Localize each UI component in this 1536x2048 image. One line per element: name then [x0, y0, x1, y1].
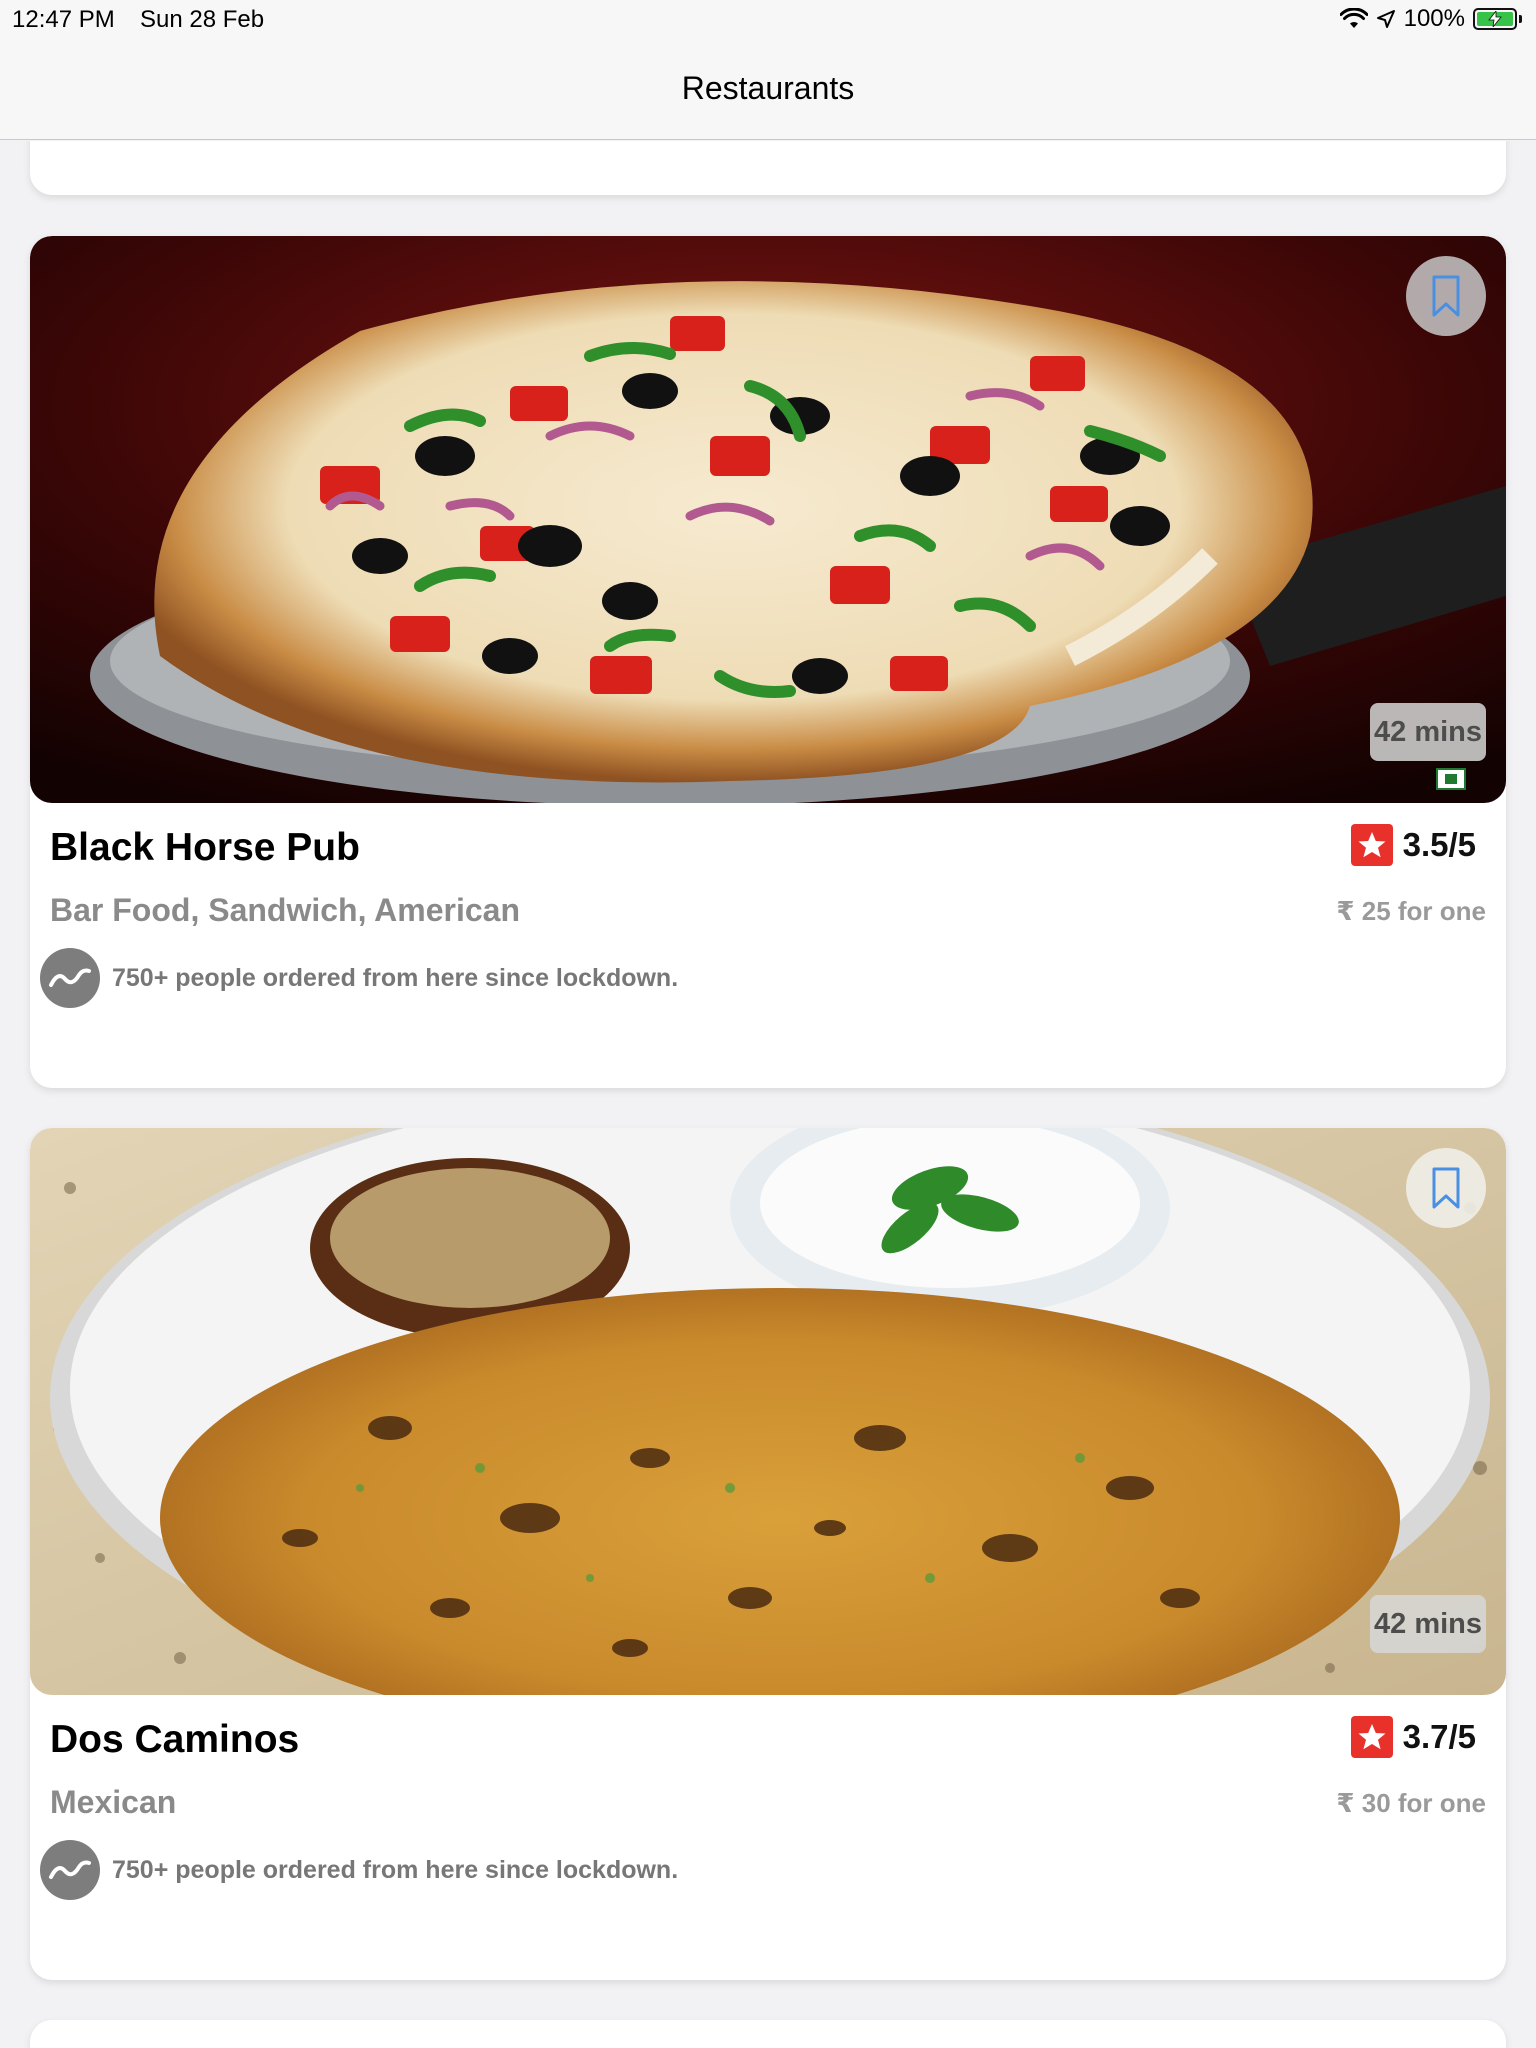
status-bar: 12:47 PM Sun 28 Feb 100% [0, 0, 1536, 40]
restaurant-image[interactable]: 42 mins [30, 1128, 1506, 1695]
orders-note: 750+ people ordered from here since lock… [112, 963, 679, 992]
restaurant-name[interactable]: Dos Caminos [50, 1718, 299, 1762]
order-trend: 750+ people ordered from here since lock… [40, 1840, 678, 1900]
pizza-image [30, 236, 1506, 803]
status-date: Sun 28 Feb [140, 6, 265, 33]
cuisine-list: Bar Food, Sandwich, American [50, 892, 521, 928]
trending-icon [40, 948, 100, 1008]
delivery-time-badge: 42 mins [1370, 703, 1486, 761]
restaurant-image[interactable]: 42 mins [30, 236, 1506, 803]
wifi-icon [1339, 8, 1368, 30]
battery-percent: 100% [1403, 5, 1465, 32]
star-icon [1350, 824, 1393, 866]
location-arrow-icon [1376, 9, 1396, 29]
paratha-plate-image [30, 1128, 1506, 1695]
trending-icon [40, 1840, 100, 1900]
page-title: Restaurants [681, 70, 855, 106]
bookmark-button[interactable] [1406, 256, 1486, 336]
bookmark-button[interactable] [1406, 1148, 1486, 1228]
status-indicators: 100% [1339, 5, 1522, 33]
restaurant-list[interactable]: 42 mins Black Horse Pub 3.5/5 Bar Food, … [0, 141, 1536, 2048]
rating-value: 3.7/5 [1402, 1718, 1476, 1755]
battery-charging-icon [1473, 8, 1522, 30]
order-trend: 750+ people ordered from here since lock… [40, 948, 678, 1008]
cuisine-list: Mexican [50, 1784, 177, 1820]
veg-indicator-icon [1436, 768, 1466, 790]
rating: 3.5/5 [1350, 824, 1476, 866]
restaurant-card-next[interactable] [30, 2020, 1506, 2048]
price-for-one: ₹ 30 for one [1336, 1788, 1486, 1818]
restaurant-card[interactable]: 42 mins Dos Caminos 3.7/5 Mexican ₹ 30 f… [30, 1128, 1506, 1980]
bookmark-icon [1432, 1167, 1460, 1209]
delivery-time-badge: 42 mins [1370, 1595, 1486, 1653]
star-icon [1350, 1716, 1393, 1758]
restaurant-card-previous[interactable] [30, 141, 1506, 195]
restaurant-card[interactable]: 42 mins Black Horse Pub 3.5/5 Bar Food, … [30, 236, 1506, 1088]
rating-value: 3.5/5 [1402, 826, 1476, 863]
status-time: 12:47 PM [12, 6, 115, 33]
orders-note: 750+ people ordered from here since lock… [112, 1855, 679, 1884]
price-for-one: ₹ 25 for one [1336, 896, 1486, 926]
bookmark-icon [1432, 275, 1460, 317]
restaurant-name[interactable]: Black Horse Pub [50, 826, 360, 870]
rating: 3.7/5 [1350, 1716, 1476, 1758]
navigation-bar: Restaurants [0, 40, 1536, 140]
